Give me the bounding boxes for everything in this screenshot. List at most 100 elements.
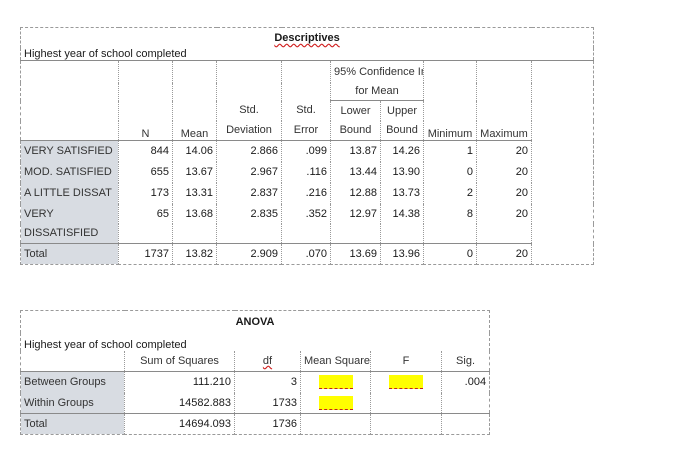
header-maximum: Maximum (476, 60, 532, 141)
cell-std-deviation: 2.835 (216, 203, 282, 224)
cell-minimum: 1 (423, 140, 477, 162)
cell-minimum: 2 (423, 182, 477, 204)
cell-lower-bound: 13.87 (330, 140, 381, 162)
cell-upper-bound: 13.73 (380, 182, 424, 204)
table-row-continuation: DISSATISFIED (20, 223, 594, 244)
header-df-text: df (262, 354, 273, 367)
table-row-total: Total 1737 13.82 2.909 .070 13.69 13.96 … (20, 243, 594, 265)
highlighted-blank-mean-square[interactable] (318, 375, 353, 390)
cell-mean: 13.67 (172, 161, 217, 183)
empty-cell (423, 223, 477, 244)
cell-sig: .004 (440, 371, 491, 393)
header-std-deviation-line2: Deviation (226, 124, 272, 136)
table-row: A LITTLE DISSAT 173 13.31 2.837 .216 12.… (20, 182, 594, 204)
descriptives-subtitle: Highest year of school completed (19, 47, 595, 61)
cell-maximum: 20 (476, 140, 532, 162)
header-std-error-line1: Std. (296, 104, 316, 116)
cell-sum-of-squares: 14582.883 (124, 392, 235, 414)
header-ci-line2: for Mean (330, 82, 424, 101)
cell-n: 173 (118, 182, 173, 204)
cell-lower-bound: 12.97 (330, 203, 381, 224)
cell-minimum: 0 (423, 161, 477, 183)
cell-df: 1736 (234, 413, 301, 435)
header-mean-square: Mean Square (300, 350, 371, 372)
cell-std-deviation: 2.866 (216, 140, 282, 162)
empty-cell (476, 223, 532, 244)
header-df: df (234, 350, 301, 372)
cell-n: 65 (118, 203, 173, 224)
table-row: VERY 65 13.68 2.835 .352 12.97 14.38 8 2… (20, 203, 594, 224)
cell-minimum: 8 (423, 203, 477, 224)
table-row: MOD. SATISFIED 655 13.67 2.967 .116 13.4… (20, 161, 594, 183)
row-label: Between Groups (20, 371, 125, 393)
cell-f[interactable] (370, 371, 442, 393)
anova-table: ANOVA Highest year of school completed S… (19, 310, 491, 435)
empty-cell (118, 223, 173, 244)
cell-std-deviation: 2.909 (216, 243, 282, 265)
row-label: MOD. SATISFIED (20, 161, 119, 183)
header-std-error: Std. Error (281, 60, 331, 141)
cell-std-error: .070 (281, 243, 331, 265)
empty-cell (380, 223, 424, 244)
header-sum-of-squares: Sum of Squares (124, 350, 235, 372)
table-row: Between Groups 111.210 3 .004 (20, 371, 491, 393)
cell-n: 655 (118, 161, 173, 183)
cell-mean: 13.82 (172, 243, 217, 265)
cell-df: 1733 (234, 392, 301, 414)
cell-n: 1737 (118, 243, 173, 265)
cell-std-error: .116 (281, 161, 331, 183)
cell-mean: 13.31 (172, 182, 217, 204)
cell-upper-bound: 13.90 (380, 161, 424, 183)
cell-maximum: 20 (476, 161, 532, 183)
cell-mean-square[interactable] (300, 371, 371, 393)
header-n: N (118, 60, 173, 141)
header-ci-line1: 95% Confidence Interval (330, 60, 424, 83)
cell-maximum: 20 (476, 203, 532, 224)
cell-mean: 13.68 (172, 203, 217, 224)
header-mean: Mean (172, 60, 217, 141)
cell-mean-square (300, 413, 371, 435)
cell-n: 844 (118, 140, 173, 162)
row-label: VERY SATISFIED (20, 140, 119, 162)
header-std-deviation: Std. Deviation (216, 60, 282, 141)
cell-sum-of-squares: 14694.093 (124, 413, 235, 435)
descriptives-corner-cell (20, 60, 119, 141)
cell-upper-bound: 13.96 (380, 243, 424, 265)
cell-mean-square[interactable] (300, 392, 371, 414)
descriptives-table: Descriptives Highest year of school comp… (19, 27, 595, 265)
highlighted-blank-f[interactable] (389, 375, 423, 390)
anova-subtitle: Highest year of school completed (19, 332, 491, 351)
cell-upper-bound: 14.38 (380, 203, 424, 224)
descriptives-title: Descriptives (19, 27, 595, 48)
cell-lower-bound: 13.69 (330, 243, 381, 265)
cell-mean: 14.06 (172, 140, 217, 162)
header-std-deviation-line1: Std. (239, 104, 259, 116)
row-label: Within Groups (20, 392, 125, 414)
cell-std-error: .216 (281, 182, 331, 204)
row-label: Total (20, 413, 125, 435)
table-row-total: Total 14694.093 1736 (20, 413, 491, 435)
cell-f (370, 392, 442, 414)
header-upper-line2: Bound (380, 120, 424, 141)
cell-std-error: .352 (281, 203, 331, 224)
header-f: F (370, 350, 442, 372)
highlighted-blank-mean-square[interactable] (318, 395, 353, 410)
cell-upper-bound: 14.26 (380, 140, 424, 162)
cell-lower-bound: 13.44 (330, 161, 381, 183)
cell-df: 3 (234, 371, 301, 393)
cell-std-deviation: 2.837 (216, 182, 282, 204)
cell-std-error: .099 (281, 140, 331, 162)
header-std-error-line2: Error (293, 124, 319, 136)
cell-lower-bound: 12.88 (330, 182, 381, 204)
anova-corner-cell (20, 350, 125, 372)
empty-cell (216, 223, 282, 244)
cell-maximum: 20 (476, 182, 532, 204)
row-label: A LITTLE DISSAT (20, 182, 119, 204)
table-row: VERY SATISFIED 844 14.06 2.866 .099 13.8… (20, 140, 594, 162)
row-label-line2: DISSATISFIED (20, 223, 119, 244)
cell-std-deviation: 2.967 (216, 161, 282, 183)
cell-maximum: 20 (476, 243, 532, 265)
cell-sig (440, 392, 491, 414)
cell-minimum: 0 (423, 243, 477, 265)
header-lower-line2: Bound (330, 120, 381, 141)
